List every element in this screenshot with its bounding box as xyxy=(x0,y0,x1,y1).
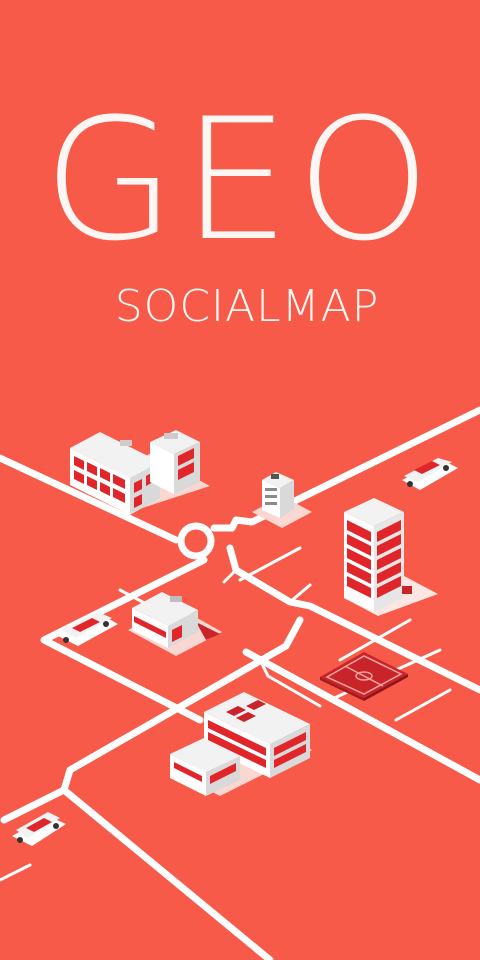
road-network xyxy=(0,406,480,960)
car-icon xyxy=(402,458,458,490)
car-icon xyxy=(58,612,118,646)
app-title: GEO xyxy=(42,82,438,278)
apartment-tower-icon xyxy=(344,498,438,616)
car-icon xyxy=(12,812,66,846)
splash-screen: GEO SOCIALMAP xyxy=(0,0,480,960)
football-field-icon xyxy=(320,652,408,701)
hospital-building-icon xyxy=(170,692,312,796)
app-subtitle: SOCIALMAP xyxy=(114,281,380,332)
